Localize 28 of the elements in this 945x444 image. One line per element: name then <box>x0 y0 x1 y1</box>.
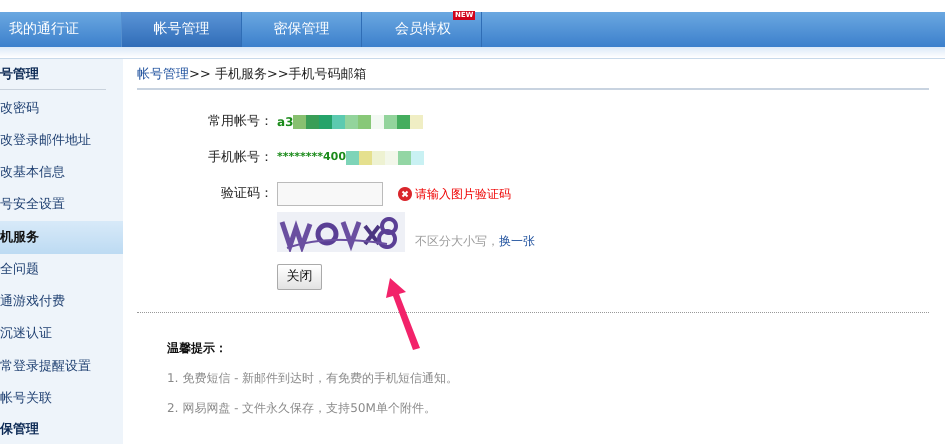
breadcrumb-link[interactable]: 帐号管理 <box>137 65 189 84</box>
sidebar-item[interactable]: 沉迷认证 <box>0 318 123 350</box>
tip-text: 1. 免费短信 - 新邮件到达时，有免费的手机短信通知。 <box>167 370 460 386</box>
sidebar-item[interactable]: 帐号关联 <box>0 382 123 415</box>
field-label: 手机帐号： <box>207 148 274 167</box>
captcha-field[interactable] <box>277 182 383 206</box>
sidebar-item[interactable]: 全问题 <box>0 254 123 286</box>
refresh-link[interactable]: 换一张 <box>499 232 535 250</box>
close-button[interactable]: 关闭 <box>277 264 322 290</box>
sidebar-heading[interactable]: 号管理 <box>0 61 106 90</box>
sidebar-item[interactable]: 改基本信息 <box>0 156 123 190</box>
sidebar-item[interactable]: 通游戏付费 <box>0 286 123 318</box>
error-icon <box>398 186 412 200</box>
field-label: 常用帐号： <box>207 112 274 131</box>
sidebar-item[interactable]: 常登录提醒设置 <box>0 350 123 382</box>
breadcrumb-text: >> 手机服务>>手机号码邮箱 <box>189 66 367 84</box>
hint-text: 不区分大小写， <box>415 232 499 250</box>
sidebar-item[interactable]: 机服务 <box>0 221 123 254</box>
sidebar-item[interactable]: 改密码 <box>0 92 123 125</box>
phone-value: ********400 <box>277 149 346 166</box>
field-label: 验证码： <box>220 184 274 203</box>
sidebar-item[interactable]: 号安全设置 <box>0 189 123 222</box>
nav-tab[interactable]: 帐号管理 <box>122 12 241 47</box>
sidebar-item[interactable]: 改登录邮件地址 <box>0 124 123 157</box>
error-message: 请输入图片验证码 <box>415 186 511 202</box>
account-value: a3 <box>277 114 294 130</box>
tips-title: 温馨提示： <box>167 340 228 356</box>
tip-text: 2. 网易网盘 - 文件永久保存，支持50M单个附件。 <box>167 400 437 416</box>
